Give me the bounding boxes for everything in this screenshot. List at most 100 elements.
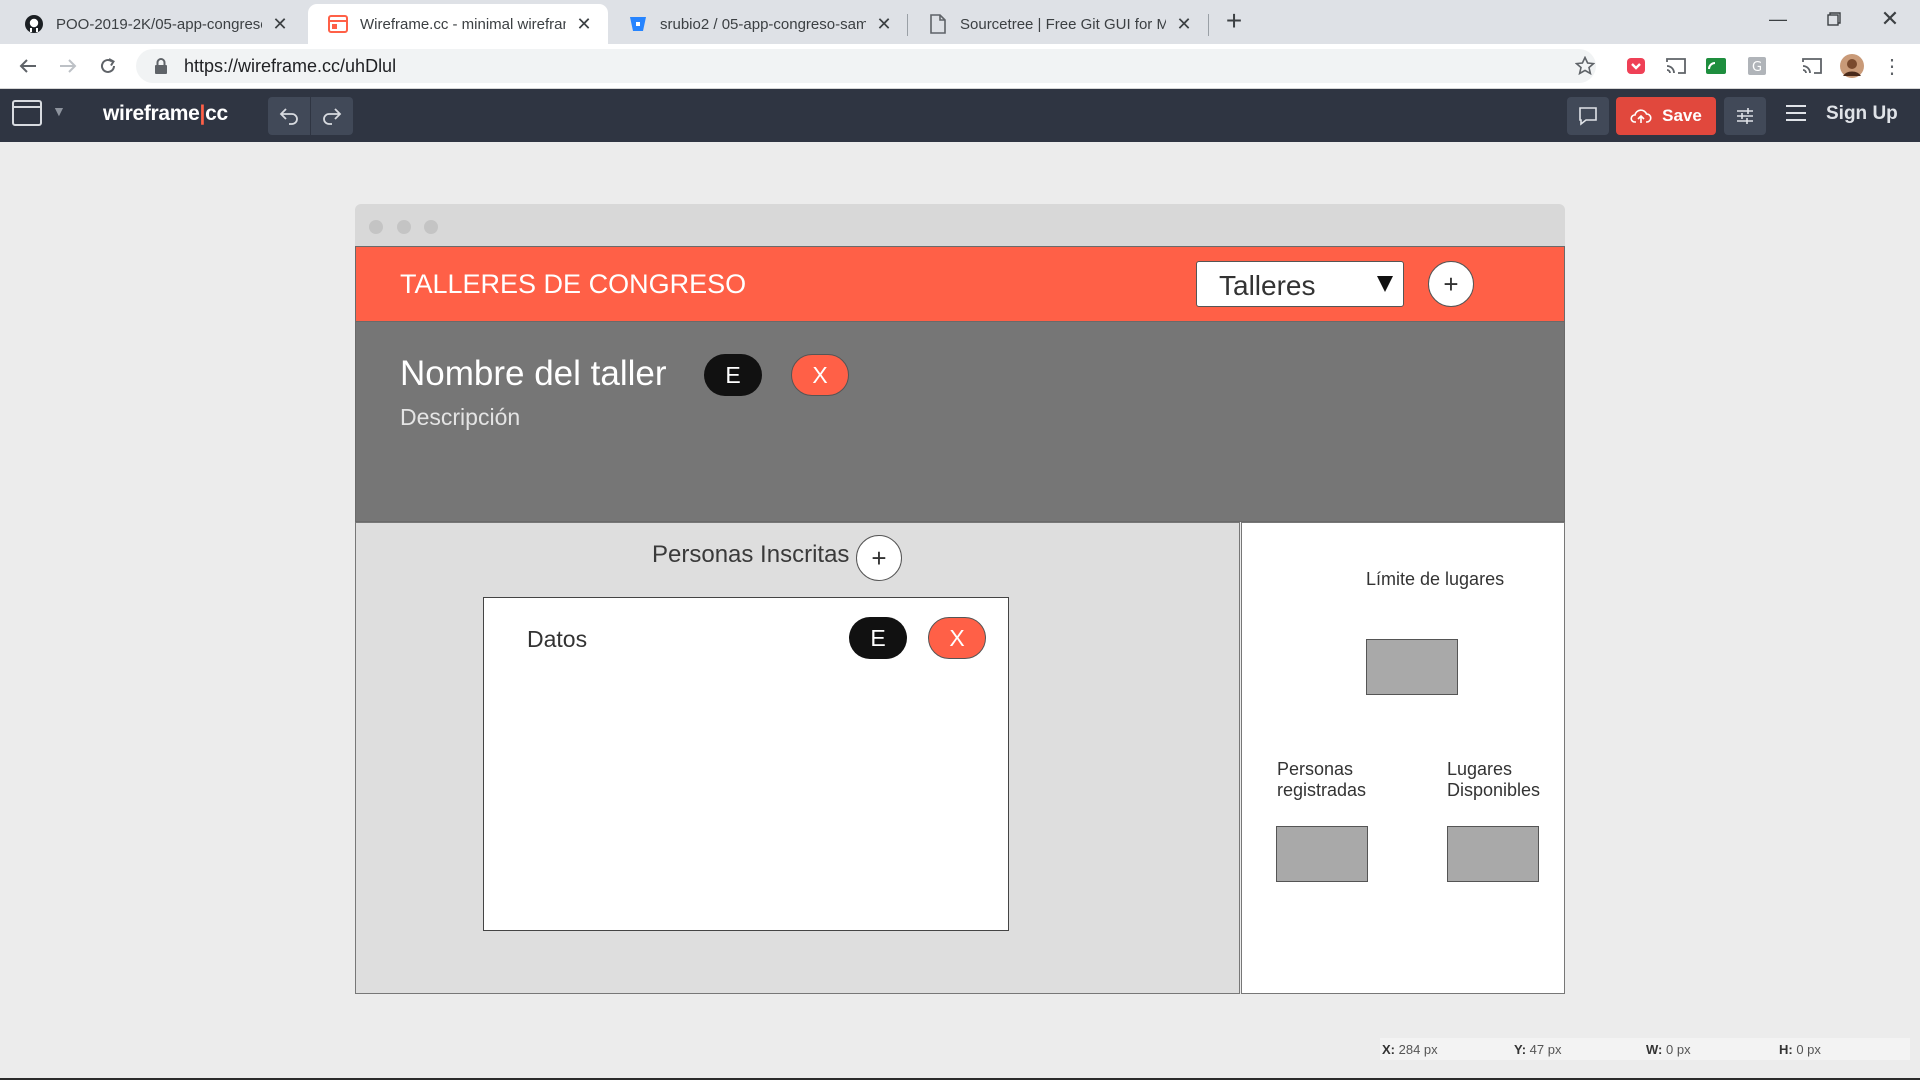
wf-inscritos-panel[interactable]: Personas Inscritas + Datos E X <box>355 522 1240 994</box>
save-button[interactable]: Save <box>1616 97 1716 135</box>
wf-limit-label: Límite de lugares <box>1366 569 1505 589</box>
wf-stats-panel[interactable]: Límite de lugares Personas registradas L… <box>1241 522 1565 994</box>
sliders-icon <box>1737 108 1753 124</box>
wireframe-canvas[interactable]: TALLERES DE CONGRESO Talleres + Nombre d… <box>0 142 1920 1080</box>
x-value: 284 px <box>1398 1042 1438 1057</box>
wf-taller-description: Descripción <box>400 404 521 430</box>
tab-separator <box>1208 14 1209 36</box>
document-icon <box>928 14 948 34</box>
h-label: H: <box>1779 1042 1793 1057</box>
wf-persona-card[interactable]: Datos E X <box>483 597 1009 931</box>
cast-extension-icon[interactable] <box>1664 54 1688 78</box>
wf-select-value: Talleres <box>1219 270 1316 301</box>
redo-icon <box>323 108 342 125</box>
wf-taller-name: Nombre del taller <box>400 354 667 393</box>
cloud-upload-icon <box>1630 109 1652 123</box>
wf-inscritos-title: Personas Inscritas <box>652 541 850 568</box>
wf-edit-persona-button[interactable]: E <box>849 617 907 659</box>
wf-card-title: Datos <box>527 626 588 652</box>
browser-tab-bitbucket[interactable]: srubio2 / 05-app-congreso-sama ✕ <box>608 4 908 44</box>
wf-add-persona-button[interactable]: + <box>856 535 902 581</box>
github-icon <box>24 14 44 34</box>
tab-title: Sourcetree | Free Git GUI for Mac <box>960 15 1166 33</box>
delete-label: X <box>949 624 965 651</box>
redo-button[interactable] <box>310 97 353 135</box>
window-close-icon[interactable]: ✕ <box>1862 2 1918 36</box>
browser-frame-stencil[interactable]: TALLERES DE CONGRESO Talleres + Nombre d… <box>355 204 1565 994</box>
window-dot <box>397 220 411 234</box>
wf-limit-box[interactable] <box>1366 639 1458 695</box>
forward-icon[interactable] <box>52 50 84 82</box>
browser-menu-icon[interactable]: ⋮ <box>1880 54 1904 78</box>
cast-icon[interactable] <box>1800 54 1824 78</box>
reload-icon[interactable] <box>92 50 124 82</box>
wf-registered-label: Personas registradas <box>1277 759 1367 800</box>
wf-delete-persona-button[interactable]: X <box>928 617 986 659</box>
restore-icon[interactable] <box>1806 2 1862 36</box>
x-readout: X: 284 px <box>1382 1042 1438 1057</box>
settings-button[interactable] <box>1724 97 1766 135</box>
bookmark-star-icon[interactable] <box>1573 54 1597 78</box>
logo-cc-text: cc <box>205 102 228 125</box>
svg-text:G: G <box>1752 60 1762 75</box>
save-label: Save <box>1662 106 1702 125</box>
w-label: W: <box>1646 1042 1663 1057</box>
sign-up-link[interactable]: Sign Up <box>1826 103 1898 125</box>
browser-tab-sourcetree[interactable]: Sourcetree | Free Git GUI for Mac ✕ <box>908 4 1208 44</box>
wf-edit-taller-button[interactable]: E <box>704 354 762 396</box>
close-icon[interactable]: ✕ <box>270 14 290 34</box>
hamburger-menu-icon[interactable] <box>1786 105 1806 121</box>
coordinates-status-bar: X: 284 px Y: 47 px W: 0 px H: 0 px <box>1380 1038 1910 1060</box>
tab-title: Wireframe.cc - minimal wirefram <box>360 15 566 33</box>
minimize-icon[interactable]: — <box>1750 2 1806 36</box>
edit-label: E <box>725 361 741 388</box>
green-extension-icon[interactable] <box>1704 54 1728 78</box>
app-toolbar: ▼ wireframe|cc Save Sign Up <box>0 89 1920 142</box>
profile-avatar[interactable] <box>1840 54 1864 78</box>
wf-header[interactable]: TALLERES DE CONGRESO Talleres + <box>355 246 1565 322</box>
wf-available-box[interactable] <box>1447 826 1539 882</box>
wf-registered-box[interactable] <box>1276 826 1368 882</box>
new-tab-button[interactable]: + <box>1220 5 1248 36</box>
wf-header-title: TALLERES DE CONGRESO <box>400 269 747 299</box>
wireframe-logo: wireframe|cc <box>103 102 228 126</box>
wf-delete-taller-button[interactable]: X <box>791 354 849 396</box>
browser-toolbar: https://wireframe.cc/uhDlul G ⋮ <box>0 44 1920 89</box>
lock-icon <box>155 58 167 74</box>
g-extension-icon[interactable]: G <box>1745 54 1769 78</box>
close-icon[interactable]: ✕ <box>874 14 894 34</box>
tab-title: srubio2 / 05-app-congreso-sama <box>660 15 866 33</box>
delete-label: X <box>812 361 828 388</box>
browser-tab-github[interactable]: POO-2019-2K/05-app-congreso ✕ <box>4 4 304 44</box>
x-label: X: <box>1382 1042 1395 1057</box>
undo-icon <box>279 108 298 125</box>
browser-tab-strip: POO-2019-2K/05-app-congreso ✕ Wireframe.… <box>0 0 1920 44</box>
wf-detail-panel[interactable]: Nombre del taller Descripción E X <box>355 322 1565 522</box>
close-icon[interactable]: ✕ <box>574 14 594 34</box>
browser-tab-wireframe[interactable]: Wireframe.cc - minimal wirefram ✕ <box>308 4 608 44</box>
undo-button[interactable] <box>268 97 310 135</box>
frame-title-bar <box>355 204 1565 246</box>
canvas-scrollbar[interactable] <box>1914 162 1920 682</box>
pocket-extension-icon[interactable] <box>1624 54 1648 78</box>
url-text: https://wireframe.cc/uhDlul <box>184 55 397 76</box>
window-dot <box>424 220 438 234</box>
chevron-down-icon[interactable]: ▼ <box>52 103 66 119</box>
wireframe-icon <box>328 14 348 34</box>
browser-stencil-icon[interactable] <box>12 100 42 126</box>
back-icon[interactable] <box>12 50 44 82</box>
y-label: Y: <box>1514 1042 1527 1057</box>
logo-main-text: wireframe <box>103 102 200 125</box>
plus-icon: + <box>871 542 887 573</box>
comment-button[interactable] <box>1567 97 1609 135</box>
h-value: 0 px <box>1796 1042 1821 1057</box>
bitbucket-icon <box>628 14 648 34</box>
w-value: 0 px <box>1666 1042 1691 1057</box>
window-dot <box>369 220 383 234</box>
wf-add-taller-button[interactable]: + <box>1428 261 1474 307</box>
dropdown-arrow-icon <box>1377 276 1393 292</box>
address-bar[interactable]: https://wireframe.cc/uhDlul <box>136 49 1596 83</box>
wf-talleres-select[interactable]: Talleres <box>1196 261 1404 307</box>
y-value: 47 px <box>1529 1042 1562 1057</box>
close-icon[interactable]: ✕ <box>1174 14 1194 34</box>
